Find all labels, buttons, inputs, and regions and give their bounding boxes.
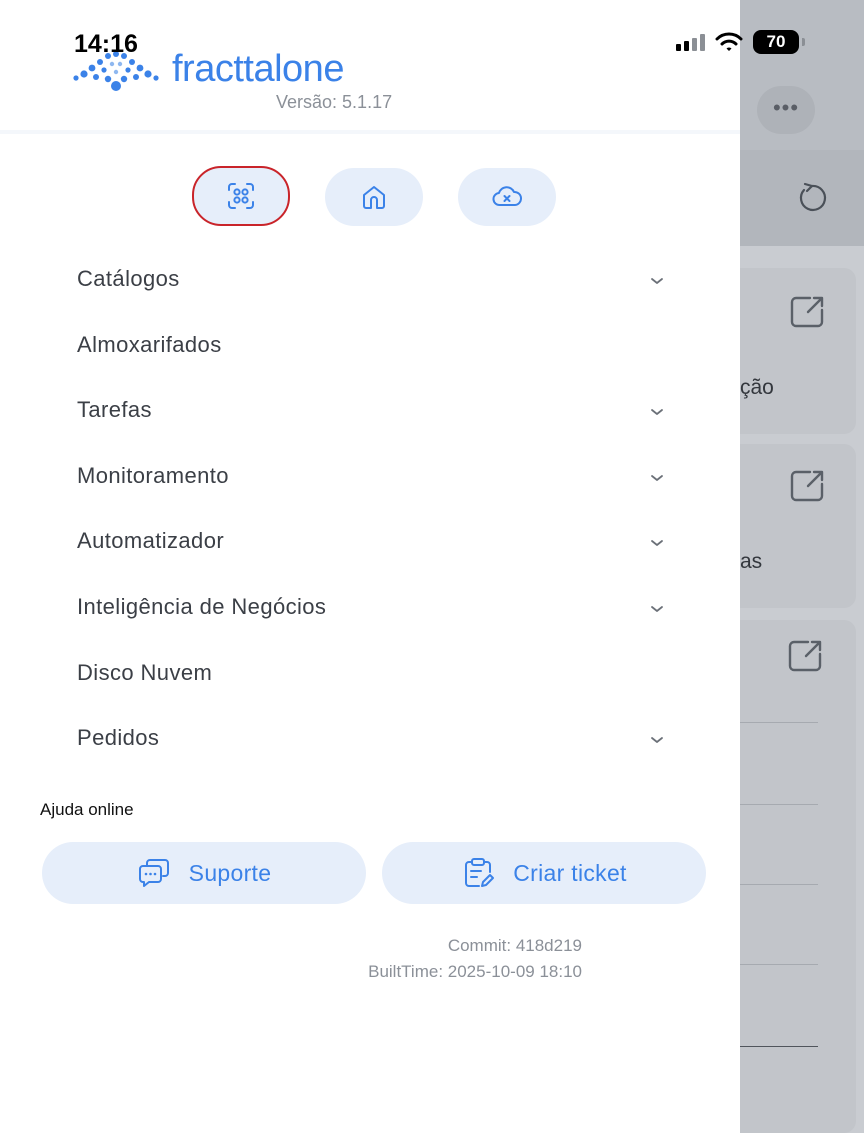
divider [740,804,818,805]
divider [740,1046,818,1047]
scan-qr-button[interactable] [192,166,290,226]
divider [740,884,818,885]
drawer-header: fracttalone Versão: 5.1.17 [0,0,740,134]
build-time-info: BuiltTime: 2025-10-09 18:10 [368,962,582,981]
menu-item-label: Inteligência de Negócios [77,593,327,619]
cloud-offline-icon [492,186,522,206]
chevron-down-icon [651,540,663,547]
menu-item-label: Automatizador [77,528,225,554]
external-link-icon[interactable] [788,466,828,506]
cellular-signal-icon [676,33,705,51]
menu-item-inteligencia-de-negocios[interactable]: Inteligência de Negócios [0,574,740,640]
divider [740,964,818,965]
background-card-text: ção [740,376,774,399]
wifi-icon [715,32,743,51]
refresh-icon[interactable] [792,178,832,218]
status-bar-time: 14:16 [74,30,138,58]
more-options-button[interactable]: ••• [757,86,815,134]
external-link-icon[interactable] [786,636,826,676]
app-version: Versão: 5.1.17 [276,92,393,112]
menu-item-label: Disco Nuvem [77,659,213,685]
menu-item-pedidos[interactable]: Pedidos [0,705,740,771]
background-card-text: as [740,550,763,573]
chevron-down-icon [651,737,663,744]
menu-item-label: Monitoramento [77,462,229,488]
support-button[interactable]: Suporte [42,842,366,904]
menu-item-label: Pedidos [77,725,160,751]
menu-item-catalogos[interactable]: Catálogos [0,246,740,312]
menu-item-automatizador[interactable]: Automatizador [0,508,740,574]
support-button-label: Suporte [188,859,272,886]
chevron-down-icon [651,278,663,284]
menu-item-almoxarifados[interactable]: Almoxarifados [0,312,740,378]
brand-name-part2: one [282,48,344,90]
menu-item-tarefas[interactable]: Tarefas [0,377,740,443]
commit-info: Commit: 418d219 [447,936,582,955]
background-card[interactable] [740,620,856,1133]
offline-sync-button[interactable] [458,168,556,226]
create-ticket-button-label: Criar ticket [513,859,627,886]
brand-name: fracttalone [172,48,344,91]
clipboard-edit-icon [465,858,495,887]
divider [740,722,818,723]
create-ticket-button[interactable]: Criar ticket [382,842,706,904]
chat-support-icon [138,859,169,887]
external-link-icon[interactable] [788,292,828,332]
home-button[interactable] [325,168,423,226]
chevron-down-icon [651,409,663,416]
drawer-menu: Catálogos Almoxarifados Tarefas Monitora… [0,246,740,771]
battery-icon: 70 [753,30,805,54]
menu-item-disco-nuvem[interactable]: Disco Nuvem [0,640,740,706]
brand-name-part1: fracttal [172,48,283,90]
navigation-drawer: fracttalone Versão: 5.1.17 Catálogos Alm… [0,0,740,1133]
menu-item-monitoramento[interactable]: Monitoramento [0,443,740,509]
help-section-title: Ajuda online [40,800,134,819]
chevron-down-icon [651,606,663,612]
scan-qr-icon [228,183,254,209]
menu-item-label: Tarefas [77,397,152,423]
status-bar-icons: 70 [676,30,805,54]
menu-item-label: Catálogos [77,266,180,291]
menu-item-label: Almoxarifados [77,331,222,357]
chevron-down-icon [651,474,663,481]
home-icon [363,186,385,209]
